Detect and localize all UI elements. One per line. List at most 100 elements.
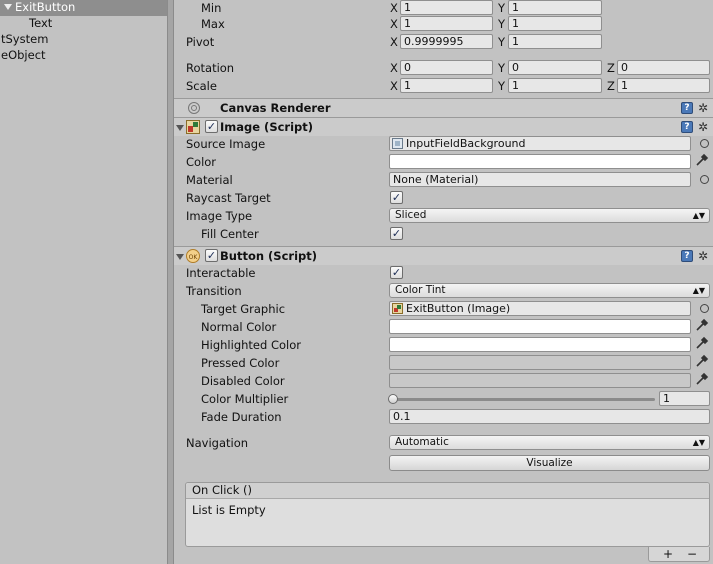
- min-x-field[interactable]: 1: [400, 0, 493, 15]
- source-image-value: InputFieldBackground: [406, 137, 526, 150]
- scale-label: Scale: [186, 79, 217, 93]
- eyedropper-icon[interactable]: [695, 354, 709, 368]
- disabled-color-swatch[interactable]: [389, 373, 691, 388]
- min-y-field[interactable]: 1: [508, 0, 602, 15]
- image-script-icon: [392, 303, 403, 314]
- target-graphic-field[interactable]: ExitButton (Image): [389, 301, 691, 316]
- dropdown-arrow-icon: ▲▼: [692, 211, 705, 220]
- rotation-y-field[interactable]: 0: [508, 60, 602, 75]
- dropdown-arrow-icon: ▲▼: [692, 438, 705, 447]
- gear-icon[interactable]: ✲: [698, 250, 708, 262]
- rotation-z-field[interactable]: 0: [617, 60, 710, 75]
- gear-icon[interactable]: ✲: [698, 121, 708, 133]
- axis-z-label: Z: [607, 61, 615, 75]
- panel-splitter[interactable]: [167, 0, 174, 564]
- image-type-dropdown[interactable]: Sliced ▲▼: [389, 208, 710, 223]
- button-component-title: Button (Script): [220, 249, 317, 263]
- max-y-field[interactable]: 1: [508, 16, 602, 31]
- gear-icon[interactable]: ✲: [698, 102, 708, 114]
- transition-dropdown[interactable]: Color Tint ▲▼: [389, 283, 710, 298]
- help-icon[interactable]: ?: [681, 250, 693, 262]
- rotation-label: Rotation: [186, 61, 235, 75]
- axis-y-label: Y: [498, 17, 506, 31]
- pressed-color-swatch[interactable]: [389, 355, 691, 370]
- hierarchy-item-text[interactable]: Text: [29, 16, 52, 32]
- normal-color-swatch[interactable]: [389, 319, 691, 334]
- target-graphic-value: ExitButton (Image): [406, 302, 511, 315]
- image-enabled-checkbox[interactable]: ✓: [205, 120, 218, 133]
- foldout-triangle-icon[interactable]: [176, 125, 184, 131]
- eyedropper-icon[interactable]: [695, 336, 709, 350]
- disabled-color-label: Disabled Color: [201, 374, 285, 388]
- canvas-renderer-title: Canvas Renderer: [220, 101, 331, 115]
- max-label: Max: [201, 17, 225, 31]
- hierarchy-item-exitbutton[interactable]: ExitButton: [0, 0, 167, 16]
- max-x-field[interactable]: 1: [400, 16, 493, 31]
- highlighted-color-label: Highlighted Color: [201, 338, 301, 352]
- material-field[interactable]: None (Material): [389, 172, 691, 187]
- object-picker-icon[interactable]: [700, 304, 709, 313]
- source-image-field[interactable]: InputFieldBackground: [389, 136, 691, 151]
- interactable-checkbox[interactable]: ✓: [390, 266, 403, 279]
- scale-y-field[interactable]: 1: [508, 78, 602, 93]
- image-component-header[interactable]: ✓ Image (Script) ? ✲: [174, 117, 713, 136]
- rotation-x-field[interactable]: 0: [400, 60, 493, 75]
- interactable-label: Interactable: [186, 266, 256, 280]
- image-component-title: Image (Script): [220, 120, 314, 134]
- image-color-swatch[interactable]: [389, 154, 691, 169]
- add-event-button[interactable]: +: [663, 548, 673, 560]
- dropdown-arrow-icon: ▲▼: [692, 286, 705, 295]
- pivot-y-field[interactable]: 1: [508, 34, 602, 49]
- object-picker-icon[interactable]: [700, 175, 709, 184]
- navigation-label: Navigation: [186, 436, 249, 450]
- fill-center-checkbox[interactable]: ✓: [390, 227, 403, 240]
- button-component-header[interactable]: OK ✓ Button (Script) ? ✲: [174, 246, 713, 265]
- navigation-dropdown[interactable]: Automatic ▲▼: [389, 435, 710, 450]
- eyedropper-icon[interactable]: [695, 372, 709, 386]
- axis-x-label: X: [390, 61, 398, 75]
- canvas-renderer-header[interactable]: Canvas Renderer ? ✲: [174, 98, 713, 117]
- axis-x-label: X: [390, 17, 398, 31]
- on-click-header: On Click (): [186, 483, 709, 499]
- fade-duration-field[interactable]: 0.1: [389, 409, 710, 424]
- color-multiplier-field[interactable]: 1: [659, 391, 710, 406]
- help-icon[interactable]: ?: [681, 102, 693, 114]
- raycast-target-checkbox[interactable]: ✓: [390, 191, 403, 204]
- foldout-triangle-icon[interactable]: [176, 254, 184, 260]
- hierarchy-item-gameobject[interactable]: eObject: [1, 48, 46, 64]
- remove-event-button[interactable]: −: [687, 548, 697, 560]
- axis-x-label: X: [390, 79, 398, 93]
- min-label: Min: [201, 1, 222, 15]
- eyedropper-icon[interactable]: [695, 318, 709, 332]
- hierarchy-item-eventsystem[interactable]: tSystem: [1, 32, 48, 48]
- inspector-panel: Min X 1 Y 1 Max X 1 Y 1 Pivot X 0.999999…: [174, 0, 713, 564]
- pivot-label: Pivot: [186, 35, 215, 49]
- expand-triangle-icon[interactable]: [4, 4, 12, 10]
- color-multiplier-slider-thumb[interactable]: [388, 394, 398, 404]
- pivot-x-field[interactable]: 0.9999995: [400, 34, 493, 49]
- axis-y-label: Y: [498, 35, 506, 49]
- svg-text:OK: OK: [189, 254, 199, 261]
- axis-x-label: X: [390, 1, 398, 15]
- scale-z-field[interactable]: 1: [617, 78, 710, 93]
- object-picker-icon[interactable]: [700, 139, 709, 148]
- button-enabled-checkbox[interactable]: ✓: [205, 249, 218, 262]
- help-icon[interactable]: ?: [681, 121, 693, 133]
- fade-duration-label: Fade Duration: [201, 410, 282, 424]
- axis-x-label: X: [390, 35, 398, 49]
- eyedropper-icon[interactable]: [695, 153, 709, 167]
- image-script-icon: [186, 120, 200, 134]
- fill-center-label: Fill Center: [201, 227, 259, 241]
- scale-x-field[interactable]: 1: [400, 78, 493, 93]
- normal-color-label: Normal Color: [201, 320, 277, 334]
- image-type-label: Image Type: [186, 209, 253, 223]
- axis-y-label: Y: [498, 1, 506, 15]
- sprite-icon: [392, 138, 403, 149]
- color-multiplier-slider-track[interactable]: [393, 398, 655, 401]
- source-image-label: Source Image: [186, 137, 266, 151]
- visualize-button[interactable]: Visualize: [389, 455, 710, 471]
- highlighted-color-swatch[interactable]: [389, 337, 691, 352]
- on-click-add-remove-bar: + −: [648, 547, 710, 562]
- axis-z-label: Z: [607, 79, 615, 93]
- color-label: Color: [186, 155, 217, 169]
